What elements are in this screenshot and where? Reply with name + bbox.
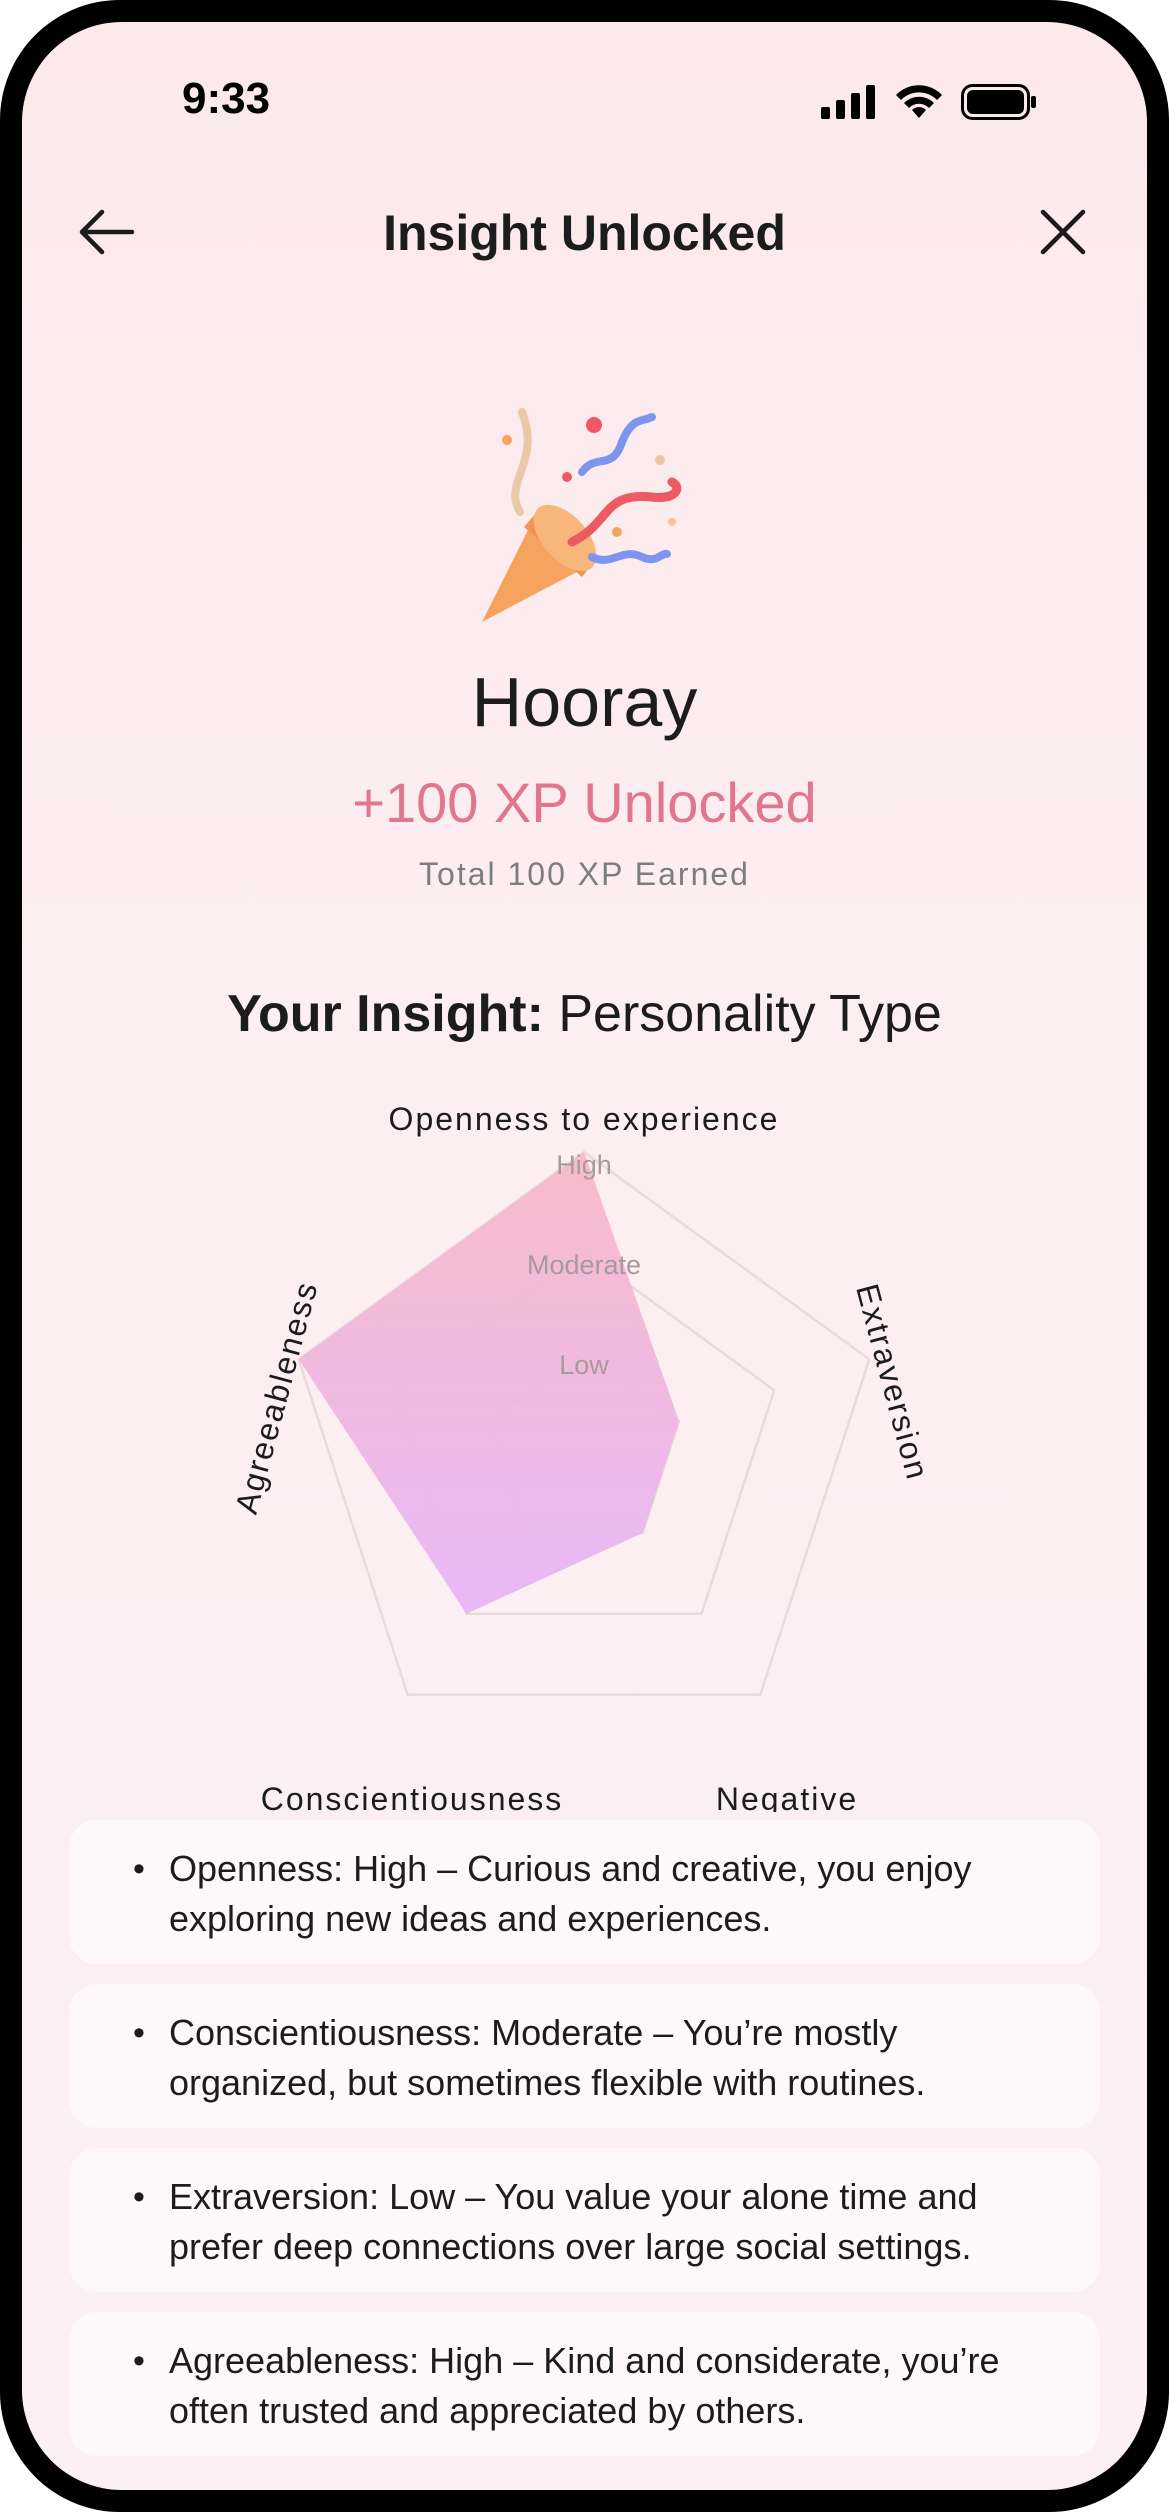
radar-axis-label: Negative [716, 1781, 858, 1812]
personality-radar-chart: LowModerateHigh Openness to experienceEx… [228, 1101, 936, 1812]
status-bar: 9:33 [22, 22, 1147, 162]
radar-axis-label: Openness to experience [389, 1101, 780, 1137]
insight-label: Your Insight: [227, 985, 544, 1043]
close-icon[interactable] [1031, 200, 1095, 264]
status-icons [821, 84, 1037, 120]
party-popper-icon [482, 408, 682, 622]
insight-title: Your Insight: Personality Type [22, 984, 1147, 1044]
insight-card-conscientiousness: Conscientiousness: Moderate – You’re mos… [69, 1984, 1100, 2128]
insight-card-extraversion: Extraversion: Low – You value your alone… [69, 2148, 1100, 2292]
insight-text: Conscientiousness: Moderate – You’re mos… [169, 2012, 926, 2103]
insight-list: Openness: High – Curious and creative, y… [69, 1820, 1100, 2476]
radar-level-label: Moderate [527, 1250, 641, 1280]
insight-text: Agreeableness: High – Kind and considera… [169, 2340, 1000, 2431]
radar-level-label: Low [559, 1350, 609, 1380]
xp-unlocked: +100 XP Unlocked [352, 771, 817, 834]
status-time: 9:33 [182, 74, 271, 123]
insight-card-openness: Openness: High – Curious and creative, y… [69, 1820, 1100, 1964]
insight-card-agreeableness: Agreeableness: High – Kind and considera… [69, 2312, 1100, 2456]
insight-text: Extraversion: Low – You value your alone… [169, 2176, 978, 2267]
nav-bar: Insight Unlocked [22, 182, 1147, 282]
headline: Hooray [471, 663, 698, 741]
xp-total: Total 100 XP Earned [419, 856, 750, 892]
screen: 9:33 Insight Unlocked Hooray +100 XP Unl… [22, 22, 1147, 2490]
battery-icon [961, 84, 1036, 120]
wifi-icon [896, 85, 942, 118]
phone-frame: 9:33 Insight Unlocked Hooray +100 XP Unl… [0, 0, 1169, 2512]
insight-value: Personality Type [558, 985, 942, 1043]
insight-text: Openness: High – Curious and creative, y… [169, 1848, 972, 1939]
radar-axis-label: Conscientiousness [261, 1781, 564, 1812]
signal-icon [821, 85, 875, 119]
radar-level-label: High [556, 1150, 612, 1180]
page-title: Insight Unlocked [383, 205, 786, 261]
radar-data-shape [298, 1152, 680, 1614]
